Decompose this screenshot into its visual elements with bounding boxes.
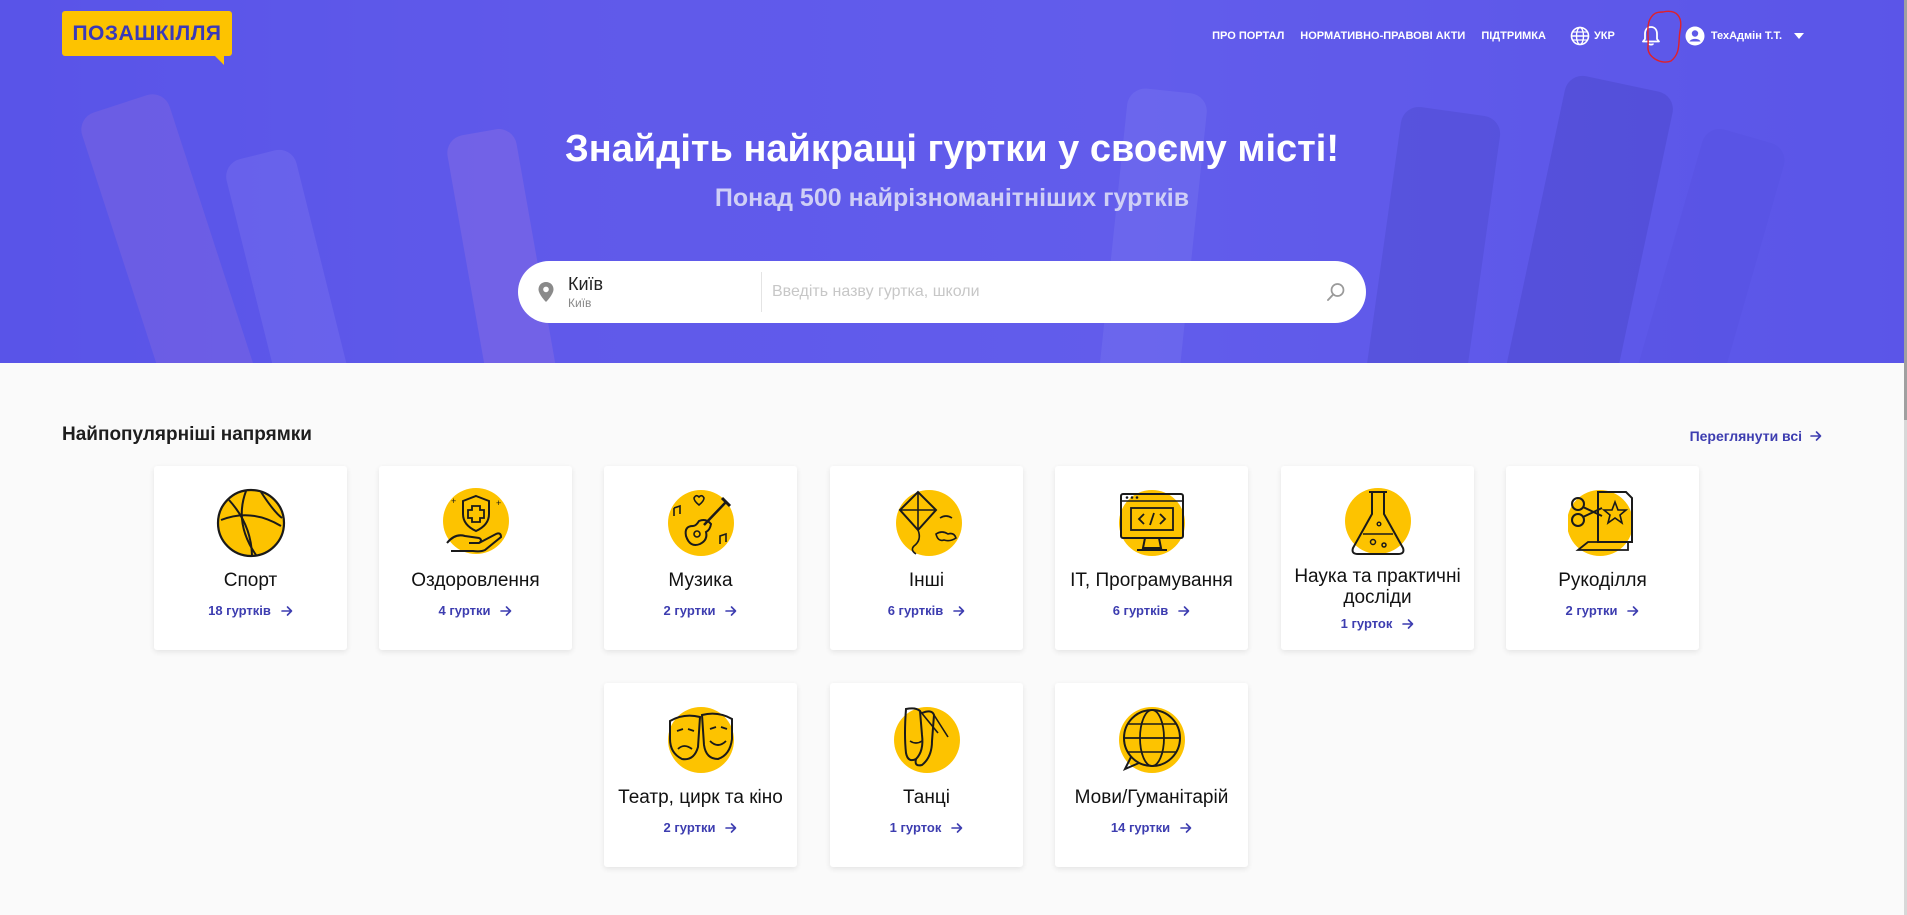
arrow-right-icon	[725, 822, 737, 833]
basketball-icon	[216, 488, 285, 558]
category-title: Рукоділля	[1558, 570, 1647, 591]
category-count[interactable]: 1 гурток	[890, 820, 964, 835]
category-count[interactable]: 14 гуртки	[1111, 820, 1192, 835]
hero-title: Знайдіть найкращі гуртки у своєму місті!	[565, 128, 1339, 170]
arrow-right-icon	[951, 822, 963, 833]
arrow-right-icon	[500, 605, 512, 616]
category-count-label: 14 гуртки	[1110, 820, 1171, 835]
arrow-right-icon	[1627, 605, 1639, 616]
city-selector[interactable]: Київ Київ	[568, 272, 762, 312]
user-avatar-icon	[1685, 26, 1705, 46]
category-count-label: 6 гуртків	[887, 603, 944, 618]
arrow-right-icon	[953, 605, 965, 616]
category-card-sport[interactable]: Спорт 18 гуртків	[154, 466, 347, 650]
globe-icon	[1570, 26, 1590, 46]
nav-link-legal[interactable]: Нормативно-правові акти	[1300, 30, 1465, 42]
annotation-scribble	[1647, 10, 1682, 63]
guitar-icon	[667, 490, 734, 556]
scissors-paper-icon	[1567, 490, 1633, 556]
category-title: Театр, цирк та кіно	[618, 787, 783, 808]
category-count-label: 2 гуртки	[663, 820, 716, 835]
search-bar: Київ Київ	[518, 261, 1366, 323]
category-title: Музика	[668, 570, 733, 591]
category-count-label: 2 гуртки	[663, 603, 716, 618]
category-count[interactable]: 18 гуртків	[208, 603, 293, 618]
theatre-masks-icon	[667, 707, 734, 773]
category-title: Інші	[908, 570, 945, 591]
category-count-label: 4 гуртки	[438, 603, 491, 618]
category-title: Оздоровлення	[411, 570, 540, 591]
category-count[interactable]: 1 гурток	[1341, 616, 1415, 631]
category-card-it[interactable]: ІТ, Програмування 6 гуртків	[1055, 466, 1248, 650]
category-count[interactable]: 2 гуртки	[1566, 603, 1640, 618]
health-hand-icon: + +	[442, 488, 509, 554]
category-title: Наука та практичні досліди	[1294, 566, 1461, 608]
top-navigation: Про портал Нормативно-правові акти Підтр…	[1212, 26, 1804, 46]
hero-banner: ПОЗАШКІЛЛЯ Про портал Нормативно-правові…	[0, 0, 1904, 363]
category-card-other[interactable]: Інші 6 гуртків	[830, 466, 1023, 650]
search-icon[interactable]	[1326, 282, 1346, 302]
language-switcher[interactable]: УКР	[1570, 26, 1615, 46]
user-menu[interactable]: ТехАдмін Т.Т.	[1685, 26, 1804, 46]
arrow-right-icon	[1810, 431, 1822, 441]
city-subtitle: Київ	[568, 296, 592, 310]
category-card-dance[interactable]: Танці 1 гурток	[830, 683, 1023, 867]
category-count-label: 1 гурток	[889, 820, 942, 835]
category-title: ІТ, Програмування	[1070, 570, 1233, 591]
category-title: Спорт	[223, 570, 278, 591]
svg-text:+: +	[496, 498, 501, 508]
search-input[interactable]	[762, 272, 1326, 312]
category-count-label: 1 гурток	[1340, 616, 1393, 631]
category-count-label: 18 гуртків	[208, 603, 271, 618]
category-count[interactable]: 6 гуртків	[888, 603, 966, 618]
category-count[interactable]: 4 гуртки	[439, 603, 513, 618]
category-count[interactable]: 6 гуртків	[1113, 603, 1191, 618]
category-card-crafts[interactable]: Рукоділля 2 гуртки	[1506, 466, 1699, 650]
nav-link-about[interactable]: Про портал	[1212, 30, 1284, 42]
city-name: Київ	[568, 274, 604, 294]
kite-icon	[895, 490, 962, 556]
ballet-shoes-icon	[893, 707, 960, 773]
arrow-right-icon	[281, 605, 293, 616]
chevron-down-icon	[1794, 33, 1804, 39]
view-all-link[interactable]: Переглянути всі	[1690, 428, 1822, 444]
arrow-right-icon	[1402, 618, 1414, 629]
svg-text:+: +	[451, 496, 456, 506]
arrow-right-icon	[1180, 822, 1192, 833]
category-title: Танці	[903, 787, 950, 808]
category-count-label: 2 гуртки	[1565, 603, 1618, 618]
section-title: Найпопулярніші напрямки	[62, 424, 312, 445]
category-count[interactable]: 2 гуртки	[664, 820, 738, 835]
arrow-right-icon	[1178, 605, 1190, 616]
view-all-label: Переглянути всі	[1689, 428, 1802, 444]
user-name: ТехАдмін Т.Т.	[1710, 30, 1782, 42]
category-card-theatre[interactable]: Театр, цирк та кіно 2 гуртки	[604, 683, 797, 867]
location-pin-icon	[538, 282, 554, 302]
hero-subtitle: Понад 500 найрізноманітніших гуртків	[714, 184, 1190, 212]
logo-text: ПОЗАШКІЛЛЯ	[72, 21, 222, 45]
category-count-label: 6 гуртків	[1112, 603, 1169, 618]
category-card-music[interactable]: Музика 2 гуртки	[604, 466, 797, 650]
category-title: Мови/Гуманітарій	[1074, 787, 1229, 808]
category-count[interactable]: 2 гуртки	[664, 603, 738, 618]
category-card-science[interactable]: Наука та практичні досліди 1 гурток	[1281, 466, 1474, 650]
computer-code-icon	[1118, 490, 1185, 556]
flask-icon	[1344, 488, 1411, 555]
nav-link-support[interactable]: Підтримка	[1481, 30, 1546, 42]
site-logo[interactable]: ПОЗАШКІЛЛЯ	[62, 11, 232, 65]
language-label: УКР	[1593, 30, 1615, 42]
globe-chat-icon	[1118, 707, 1185, 773]
arrow-right-icon	[725, 605, 737, 616]
category-card-languages[interactable]: Мови/Гуманітарій 14 гуртки	[1055, 683, 1248, 867]
category-card-health[interactable]: + + Оздоровлення 4 гуртки	[379, 466, 572, 650]
